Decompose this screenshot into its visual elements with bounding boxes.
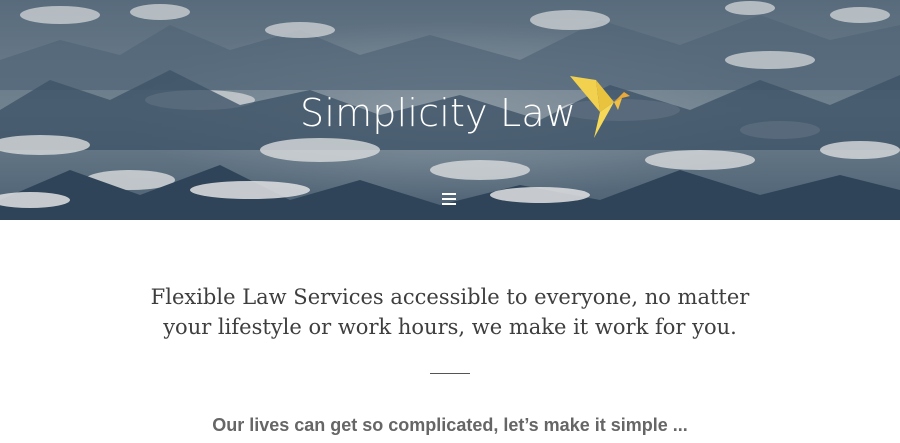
section-divider — [430, 373, 470, 374]
main-content: Flexible Law Services accessible to ever… — [0, 220, 900, 443]
site-title[interactable]: Simplicity Law — [300, 94, 576, 132]
section-subheading: Our lives can get so complicated, let’s … — [212, 415, 688, 435]
hero-banner: Simplicity Law — [0, 0, 900, 220]
tagline-line-2: your lifestyle or work hours, we make it… — [163, 315, 737, 339]
hamburger-menu-icon[interactable] — [442, 193, 456, 205]
tagline: Flexible Law Services accessible to ever… — [0, 282, 900, 342]
tagline-line-1: Flexible Law Services accessible to ever… — [150, 285, 750, 309]
origami-bird-icon — [570, 76, 631, 138]
site-logo[interactable]: Simplicity Law — [300, 76, 634, 142]
